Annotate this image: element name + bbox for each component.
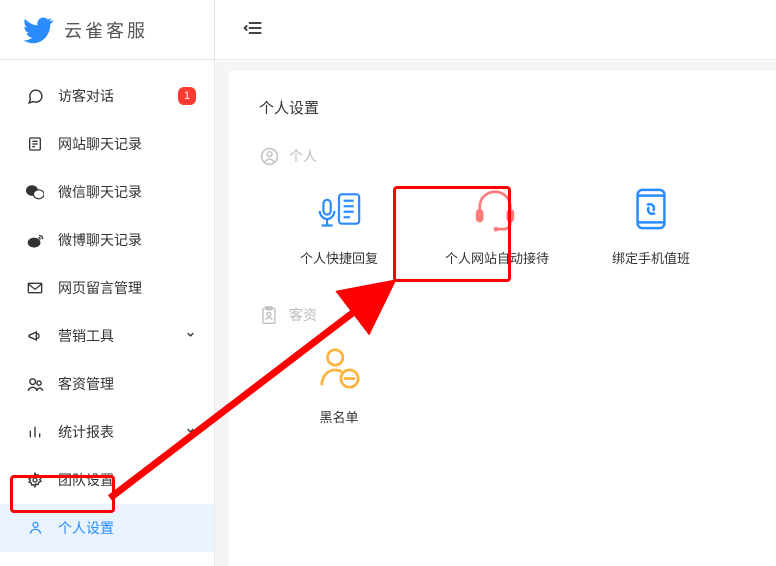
sidebar-item-statistics[interactable]: 统计报表 bbox=[0, 408, 214, 456]
brand-header: 云雀客服 bbox=[0, 0, 214, 60]
megaphone-icon bbox=[26, 327, 44, 345]
sidebar-item-label: 团队设置 bbox=[58, 470, 196, 490]
sidebar-item-marketing-tools[interactable]: 营销工具 bbox=[0, 312, 214, 360]
sidebar-item-label: 客资管理 bbox=[58, 374, 196, 394]
sidebar-item-label: 统计报表 bbox=[58, 422, 185, 442]
tiles-customer: 黑名单 bbox=[289, 343, 746, 426]
badge: 1 bbox=[178, 87, 196, 105]
sidebar-item-personal-settings[interactable]: 个人设置 bbox=[0, 504, 214, 552]
sidebar-item-customer-management[interactable]: 客资管理 bbox=[0, 360, 214, 408]
document-icon bbox=[26, 135, 44, 153]
sidebar-item-wechat-chatlog[interactable]: 微信聊天记录 bbox=[0, 168, 214, 216]
mic-doc-icon bbox=[309, 184, 369, 234]
weibo-icon bbox=[26, 231, 44, 249]
sidebar-item-label: 个人设置 bbox=[58, 518, 196, 538]
chevron-down-icon bbox=[185, 425, 196, 439]
bird-logo-icon bbox=[22, 16, 54, 44]
phone-link-icon bbox=[621, 184, 681, 234]
person-block-icon bbox=[309, 343, 369, 393]
sidebar-item-weibo-chatlog[interactable]: 微博聊天记录 bbox=[0, 216, 214, 264]
panel-title: 个人设置 bbox=[259, 97, 746, 118]
tile-bind-phone-duty[interactable]: 绑定手机值班 bbox=[601, 184, 701, 267]
settings-panel: 个人设置 个人 个人快捷回复 bbox=[229, 71, 776, 566]
sidebar-item-site-chatlog[interactable]: 网站聊天记录 bbox=[0, 120, 214, 168]
bar-chart-icon bbox=[26, 423, 44, 441]
headset-icon bbox=[465, 184, 525, 234]
gear-icon bbox=[26, 471, 44, 489]
content-area: 个人设置 个人 个人快捷回复 bbox=[215, 61, 776, 566]
wechat-icon bbox=[26, 183, 44, 201]
mail-icon bbox=[26, 279, 44, 297]
collapse-sidebar-icon[interactable] bbox=[243, 19, 263, 40]
person-circle-icon bbox=[259, 146, 279, 166]
sidebar-item-team-settings[interactable]: 团队设置 bbox=[0, 456, 214, 504]
sidebar-item-visitor-chat[interactable]: 访客对话 1 bbox=[0, 72, 214, 120]
sidebar-nav: 访客对话 1 网站聊天记录 微信聊天记录 微博聊天记录 网页留言管理 bbox=[0, 60, 214, 552]
section-head-personal: 个人 bbox=[259, 146, 746, 166]
sidebar-item-label: 微信聊天记录 bbox=[58, 182, 196, 202]
person-icon bbox=[26, 519, 44, 537]
sidebar-item-web-messages[interactable]: 网页留言管理 bbox=[0, 264, 214, 312]
tile-quick-reply[interactable]: 个人快捷回复 bbox=[289, 184, 389, 267]
chat-bubble-icon bbox=[26, 87, 44, 105]
tile-blacklist[interactable]: 黑名单 bbox=[289, 343, 389, 426]
tile-label: 个人网站自动接待 bbox=[445, 248, 545, 267]
tile-label: 个人快捷回复 bbox=[289, 248, 389, 267]
section-head-customer: 客资 bbox=[259, 305, 746, 325]
topbar bbox=[215, 0, 776, 60]
tiles-personal: 个人快捷回复 个人网站自动接待 bbox=[289, 184, 746, 267]
sidebar: 云雀客服 访客对话 1 网站聊天记录 微信聊天记录 微博聊天记录 bbox=[0, 0, 215, 566]
sidebar-item-label: 网页留言管理 bbox=[58, 278, 196, 298]
clipboard-icon bbox=[259, 305, 279, 325]
tile-label: 黑名单 bbox=[289, 407, 389, 426]
section-title: 个人 bbox=[289, 146, 317, 166]
sidebar-item-label: 营销工具 bbox=[58, 326, 185, 346]
users-icon bbox=[26, 375, 44, 393]
section-title: 客资 bbox=[289, 305, 317, 325]
sidebar-item-label: 网站聊天记录 bbox=[58, 134, 196, 154]
tile-auto-reception[interactable]: 个人网站自动接待 bbox=[445, 184, 545, 267]
sidebar-item-label: 微博聊天记录 bbox=[58, 230, 196, 250]
brand-name: 云雀客服 bbox=[64, 17, 148, 43]
chevron-down-icon bbox=[185, 329, 196, 343]
tile-label: 绑定手机值班 bbox=[601, 248, 701, 267]
sidebar-item-label: 访客对话 bbox=[58, 86, 178, 106]
